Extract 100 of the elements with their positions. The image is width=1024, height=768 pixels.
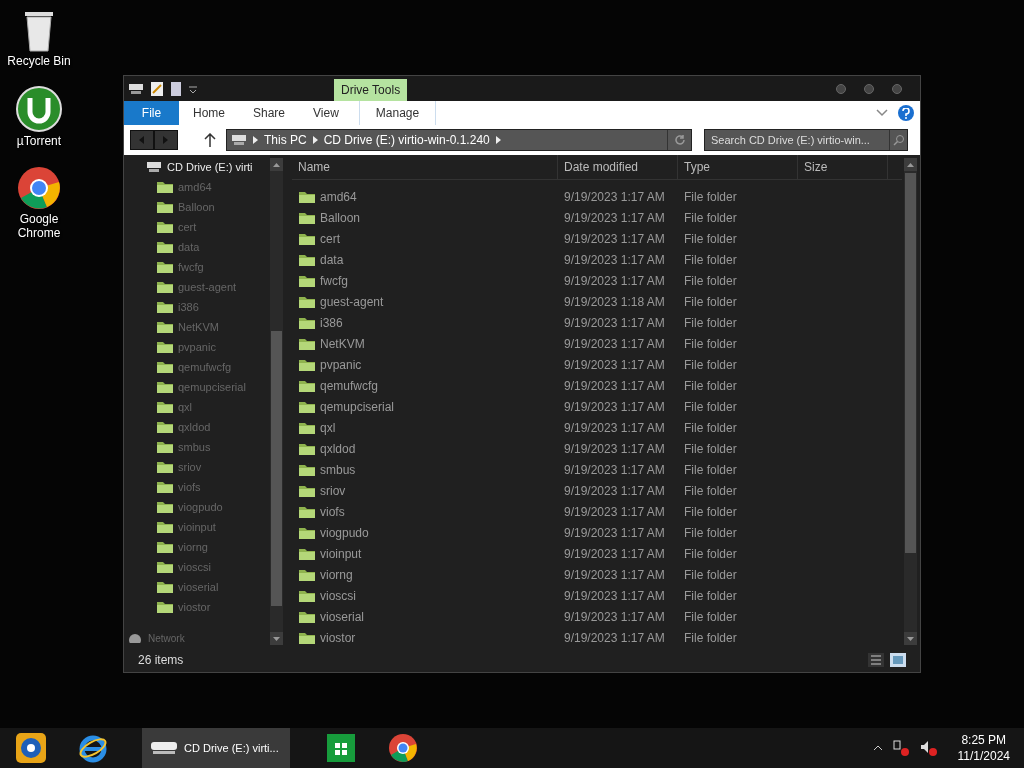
scrollbar[interactable] [270, 158, 283, 645]
file-name[interactable]: data [320, 250, 344, 269]
file-name[interactable]: pvpanic [320, 355, 362, 374]
column-header[interactable]: Size [798, 155, 888, 179]
internet-explorer-icon[interactable] [78, 733, 108, 763]
address-bar[interactable]: This PC CD Drive (E:) virtio-win-0.1.240 [226, 129, 692, 151]
file-name[interactable]: i386 [320, 313, 343, 332]
file-type: File folder [683, 503, 738, 521]
file-name[interactable]: smbus [320, 460, 356, 479]
details-view-icon[interactable] [868, 653, 884, 667]
scroll-up-button[interactable] [270, 158, 283, 171]
date-modified: 9/19/2023 1:17 AM [563, 566, 666, 584]
file-name[interactable]: viorng [320, 565, 353, 584]
file-name[interactable]: fwcfg [320, 271, 348, 290]
ribbon-tab[interactable]: File [124, 101, 179, 125]
folder-icon [156, 360, 174, 374]
help-icon[interactable] [898, 105, 914, 121]
file-name[interactable]: qxldod [320, 439, 356, 458]
utorrent-icon[interactable] [16, 86, 62, 132]
search-field[interactable]: Search CD Drive (E:) virtio-win... [704, 129, 908, 151]
date-modified: 9/19/2023 1:18 AM [563, 293, 666, 311]
close-button[interactable] [892, 83, 902, 94]
tree-item[interactable]: CD Drive (E:) virti [167, 158, 253, 176]
clock-date[interactable]: 11/1/2024 [957, 748, 1010, 764]
file-name[interactable]: Balloon [320, 208, 361, 227]
store-icon[interactable] [327, 734, 355, 762]
ribbon-tab[interactable]: View [299, 101, 353, 125]
file-name[interactable]: amd64 [320, 187, 357, 206]
folder-icon [298, 273, 316, 288]
file-name[interactable]: NetKVM [320, 334, 365, 353]
chevron-icon[interactable] [253, 136, 258, 144]
caret-icon[interactable] [873, 745, 882, 751]
chevron-icon[interactable] [495, 136, 501, 144]
folder-icon [156, 320, 174, 334]
folder-icon [156, 460, 174, 474]
desktop-icon-label[interactable]: Google Chrome [1, 212, 77, 240]
file-name[interactable]: viogpudo [320, 523, 369, 542]
taskbar-button[interactable]: CD Drive (E:) virti... [142, 728, 290, 768]
ribbon-tab[interactable]: Share [239, 101, 300, 125]
page-icon[interactable] [170, 80, 182, 97]
folder-icon [298, 252, 316, 267]
file-name[interactable]: qemufwcfg [320, 376, 379, 395]
date-modified: 9/19/2023 1:17 AM [563, 419, 666, 437]
up-arrow-icon [273, 162, 280, 167]
file-name[interactable]: guest-agent [320, 292, 384, 311]
file-type: File folder [683, 524, 738, 542]
scrollbar-thumb[interactable] [905, 173, 916, 553]
column-header[interactable]: Name [292, 155, 558, 179]
speaker-icon[interactable] [919, 740, 938, 756]
file-type: File folder [683, 356, 738, 374]
properties-icon[interactable] [150, 80, 164, 97]
chrome-icon[interactable] [17, 166, 61, 210]
folder-icon [156, 200, 174, 214]
column-header[interactable]: Type [678, 155, 798, 179]
chrome-icon[interactable] [388, 733, 418, 763]
search-icon[interactable] [889, 130, 907, 150]
clock-time[interactable]: 8:25 PM [961, 732, 1007, 748]
ribbon-tab[interactable]: Home [179, 101, 239, 125]
file-name[interactable]: viofs [320, 502, 345, 521]
file-name[interactable]: qxl [320, 418, 336, 437]
down-arrow-icon [273, 636, 280, 641]
minimize-button[interactable] [836, 83, 846, 94]
date-modified: 9/19/2023 1:17 AM [563, 524, 666, 542]
file-name[interactable]: vioinput [320, 544, 362, 563]
dropdown-icon[interactable] [188, 83, 198, 94]
folder-icon [298, 399, 316, 414]
date-modified: 9/19/2023 1:17 AM [563, 356, 666, 374]
file-name[interactable]: cert [320, 229, 340, 248]
date-modified: 9/19/2023 1:17 AM [563, 440, 666, 458]
network-icon[interactable] [891, 740, 910, 756]
folder-icon [156, 180, 174, 194]
chevron-icon[interactable] [312, 136, 318, 144]
file-name[interactable]: vioserial [320, 607, 364, 626]
maximize-button[interactable] [864, 83, 874, 94]
scroll-down-button[interactable] [904, 632, 917, 645]
file-type: File folder [683, 440, 738, 458]
file-name[interactable]: vioscsi [320, 586, 356, 605]
scroll-down-button[interactable] [270, 632, 283, 645]
breadcrumb-item[interactable]: CD Drive (E:) virtio-win-0.1.240 [323, 131, 490, 149]
folder-icon [156, 260, 174, 274]
desktop-icon-label[interactable]: µTorrent [16, 134, 62, 148]
file-name[interactable]: qemupciserial [320, 397, 395, 416]
up-arrow-icon[interactable] [204, 133, 216, 147]
desktop-icon-label[interactable]: Recycle Bin [7, 54, 71, 68]
scroll-up-button[interactable] [904, 158, 917, 171]
folder-icon [156, 520, 174, 534]
file-type: File folder [683, 545, 738, 563]
file-type: File folder [683, 230, 738, 248]
folder-icon [156, 340, 174, 354]
scrollbar[interactable] [904, 158, 917, 645]
folder-icon [298, 231, 316, 246]
column-header[interactable]: Date modified [558, 155, 678, 179]
scrollbar-thumb[interactable] [271, 331, 282, 606]
chevron-icon[interactable] [876, 109, 888, 117]
media-player-icon[interactable] [15, 732, 47, 764]
file-name[interactable]: viostor [320, 628, 356, 647]
breadcrumb-item[interactable]: This PC [264, 131, 307, 149]
date-modified: 9/19/2023 1:17 AM [563, 377, 666, 395]
file-name[interactable]: sriov [320, 481, 346, 500]
file-type: File folder [683, 608, 738, 626]
